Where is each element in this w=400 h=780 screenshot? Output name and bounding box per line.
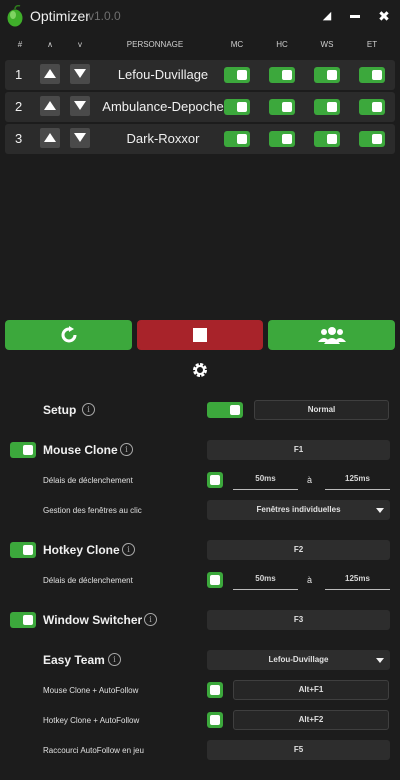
app-version: v1.0.0 bbox=[88, 9, 121, 23]
toggle-ws[interactable] bbox=[314, 67, 340, 83]
toggle-hc[interactable] bbox=[269, 67, 295, 83]
title-bar: Optimizer v1.0.0 ◢ ▬ ✖ bbox=[0, 0, 400, 32]
header-num: # bbox=[17, 40, 23, 49]
arrow-down-icon bbox=[74, 101, 86, 110]
character-row: 2 Ambulance-Depoche bbox=[5, 92, 395, 122]
window-switcher-hotkey-field[interactable]: F3 bbox=[207, 610, 390, 630]
setup-toggle[interactable] bbox=[207, 402, 243, 418]
mouse-clone-delay-max-input[interactable]: 125ms bbox=[325, 470, 390, 490]
mouse-clone-delay-separator: à bbox=[307, 475, 313, 485]
mouse-clone-hotkey-field[interactable]: F1 bbox=[207, 440, 390, 460]
window-management-value: Fenêtres individuelles bbox=[256, 505, 341, 514]
header-hc: HC bbox=[276, 40, 288, 49]
toggle-mc[interactable] bbox=[224, 99, 250, 115]
character-name: Dark-Roxxor bbox=[126, 131, 200, 146]
mouse-clone-delay-checkbox[interactable] bbox=[207, 472, 223, 488]
header-mc: MC bbox=[230, 40, 244, 49]
toggle-mc[interactable] bbox=[224, 131, 250, 147]
toggle-et[interactable] bbox=[359, 99, 385, 115]
setup-info-icon[interactable]: i bbox=[82, 403, 95, 416]
character-row: 3 Dark-Roxxor bbox=[5, 124, 395, 154]
stop-icon bbox=[193, 328, 207, 342]
move-up-button[interactable] bbox=[40, 64, 60, 84]
arrow-down-icon bbox=[74, 133, 86, 142]
toggle-et[interactable] bbox=[359, 67, 385, 83]
hotkey-autofollow-label: Hotkey Clone + AutoFollow bbox=[43, 716, 140, 725]
toggle-ws[interactable] bbox=[314, 131, 340, 147]
hotkey-clone-delay-checkbox[interactable] bbox=[207, 572, 223, 588]
character-name: Ambulance-Depoche bbox=[102, 99, 224, 114]
app-title: Optimizer bbox=[30, 8, 90, 24]
close-button[interactable]: ✖ bbox=[373, 6, 395, 26]
hotkey-clone-toggle[interactable] bbox=[10, 542, 36, 558]
window-switcher-label: Window Switcher bbox=[43, 613, 143, 627]
hotkey-autofollow-checkbox[interactable] bbox=[207, 712, 223, 728]
move-down-button[interactable] bbox=[70, 128, 90, 148]
hotkey-clone-hotkey-field[interactable]: F2 bbox=[207, 540, 390, 560]
users-icon bbox=[317, 327, 346, 344]
move-up-button[interactable] bbox=[40, 128, 60, 148]
header-character: PERSONNAGE bbox=[126, 40, 184, 49]
header-down: v bbox=[78, 40, 82, 49]
easy-team-label: Easy Team bbox=[43, 653, 105, 667]
character-row: 1 Lefou-Duvillage bbox=[5, 60, 395, 90]
header-up: ∧ bbox=[47, 40, 53, 49]
mouse-clone-toggle[interactable] bbox=[10, 442, 36, 458]
refresh-button[interactable] bbox=[5, 320, 132, 350]
setup-label: Setup bbox=[43, 403, 77, 417]
toggle-hc[interactable] bbox=[269, 99, 295, 115]
window-switcher-toggle[interactable] bbox=[10, 612, 36, 628]
arrow-up-icon bbox=[44, 133, 56, 142]
easy-team-info-icon[interactable]: i bbox=[108, 653, 121, 666]
row-number: 1 bbox=[15, 67, 23, 82]
mouse-clone-info-icon[interactable]: i bbox=[120, 443, 133, 456]
chevron-down-icon bbox=[376, 658, 384, 663]
refresh-icon bbox=[61, 326, 76, 343]
mouse-autofollow-checkbox[interactable] bbox=[207, 682, 223, 698]
team-button[interactable] bbox=[268, 320, 395, 350]
toggle-mc[interactable] bbox=[224, 67, 250, 83]
toggle-ws[interactable] bbox=[314, 99, 340, 115]
move-up-button[interactable] bbox=[40, 96, 60, 116]
easy-team-leader-dropdown[interactable]: Lefou-Duvillage bbox=[207, 650, 390, 670]
hotkey-clone-delay-separator: à bbox=[307, 575, 313, 585]
pin-button[interactable]: ◢ bbox=[316, 6, 338, 26]
window-management-label: Gestion des fenêtres au clic bbox=[43, 506, 142, 515]
hotkey-clone-label: Hotkey Clone bbox=[43, 543, 120, 557]
arrow-up-icon bbox=[44, 101, 56, 110]
mouse-clone-delay-min-input[interactable]: 50ms bbox=[233, 470, 298, 490]
easy-team-leader-value: Lefou-Duvillage bbox=[268, 655, 329, 664]
window-switcher-info-icon[interactable]: i bbox=[144, 613, 157, 626]
toggle-et[interactable] bbox=[359, 131, 385, 147]
hotkey-clone-delay-label: Délais de déclenchement bbox=[43, 576, 133, 585]
minimize-button[interactable]: ▬ bbox=[344, 6, 366, 26]
header-ws: WS bbox=[320, 40, 334, 49]
row-number: 2 bbox=[15, 99, 23, 114]
stop-button[interactable] bbox=[137, 320, 263, 350]
mouse-autofollow-hotkey-field[interactable]: Alt+F1 bbox=[233, 680, 389, 700]
mouse-clone-label: Mouse Clone bbox=[43, 443, 118, 457]
move-down-button[interactable] bbox=[70, 64, 90, 84]
move-down-button[interactable] bbox=[70, 96, 90, 116]
hotkey-clone-info-icon[interactable]: i bbox=[122, 543, 135, 556]
mouse-clone-delay-label: Délais de déclenchement bbox=[43, 476, 133, 485]
hotkey-clone-delay-min-input[interactable]: 50ms bbox=[233, 570, 298, 590]
hotkey-autofollow-hotkey-field[interactable]: Alt+F2 bbox=[233, 710, 389, 730]
row-number: 3 bbox=[15, 131, 23, 146]
character-name: Lefou-Duvillage bbox=[117, 67, 209, 82]
arrow-up-icon bbox=[44, 69, 56, 78]
chevron-down-icon bbox=[376, 508, 384, 513]
gear-icon[interactable] bbox=[192, 362, 208, 378]
header-et: ET bbox=[366, 40, 378, 49]
arrow-down-icon bbox=[74, 69, 86, 78]
ingame-autofollow-hotkey-field[interactable]: F5 bbox=[207, 740, 390, 760]
hotkey-clone-delay-max-input[interactable]: 125ms bbox=[325, 570, 390, 590]
app-logo-icon bbox=[7, 5, 23, 27]
ingame-autofollow-label: Raccourci AutoFollow en jeu bbox=[43, 746, 144, 755]
mouse-autofollow-label: Mouse Clone + AutoFollow bbox=[43, 686, 139, 695]
window-management-dropdown[interactable]: Fenêtres individuelles bbox=[207, 500, 390, 520]
toggle-hc[interactable] bbox=[269, 131, 295, 147]
setup-mode-field[interactable]: Normal bbox=[254, 400, 389, 420]
